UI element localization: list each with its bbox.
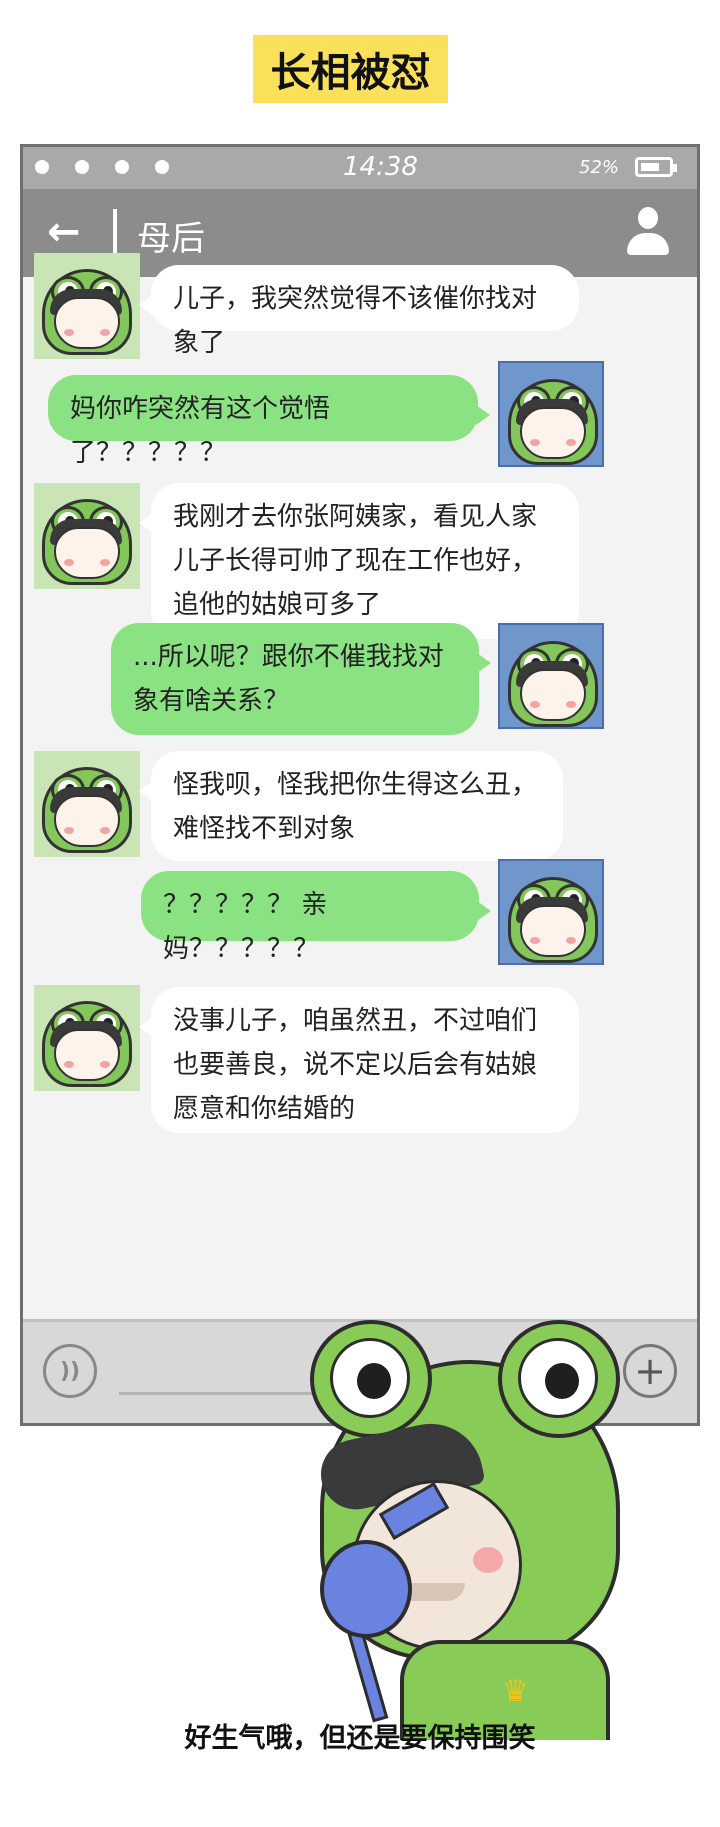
message-bubble-outgoing: ？？？？？ 亲妈？？？？？ [141,871,491,964]
mom-avatar[interactable] [34,751,140,857]
page-title: 长相被怼 [253,35,448,103]
battery-icon [635,157,677,177]
mirror-icon [320,1540,412,1638]
my-avatar[interactable] [498,859,604,965]
signal-dot [75,160,89,174]
message-bubble-incoming: 儿子，我突然觉得不该催你找对象了 [139,265,579,358]
message-bubble-incoming: 怪我呗，怪我把你生得这么丑，难怪找不到对象 [139,751,563,861]
frog-eye-right [498,1320,620,1438]
signal-dot [35,160,49,174]
phone-screen: 14:38 52% ← 母后 儿子，我突然觉得不该催你找对象了 妈你咋突然有这个… [20,144,700,1426]
message-input[interactable] [119,1392,339,1395]
status-time: 14:38 [343,152,418,182]
user-icon[interactable] [627,207,669,257]
contact-name: 母后 [137,219,205,259]
caption: 好生气哦，但还是要保持围笑 [184,1723,536,1754]
mom-avatar[interactable] [34,483,140,589]
arrow-left-icon[interactable]: ← [47,209,81,255]
my-avatar[interactable] [498,623,604,729]
signal-dot [155,160,169,174]
mom-avatar[interactable] [34,253,140,359]
frog-mascot-illustration: ♛ [310,1320,680,1740]
message-bubble-incoming: 没事儿子，咱虽然丑，不过咱们也要善良，说不定以后会有姑娘愿意和你结婚的 [139,987,579,1133]
battery-percent: 52% [579,157,620,178]
message-bubble-incoming: 我刚才去你张阿姨家，看见人家儿子长得可帅了现在工作也好，追他的姑娘可多了 [139,483,579,639]
crown-icon: ♛ [502,1674,529,1709]
message-bubble-outgoing: ...所以呢？跟你不催我找对象有啥关系？ [111,623,491,735]
frog-eye-left [310,1320,432,1438]
mom-avatar[interactable] [34,985,140,1091]
signal-dot [115,160,129,174]
header-divider [113,209,117,259]
my-avatar[interactable] [498,361,604,467]
voice-icon[interactable]: )) [43,1344,97,1398]
message-bubble-outgoing: 妈你咋突然有这个觉悟了？？？？？ [48,375,490,468]
status-bar: 14:38 52% [23,147,697,189]
